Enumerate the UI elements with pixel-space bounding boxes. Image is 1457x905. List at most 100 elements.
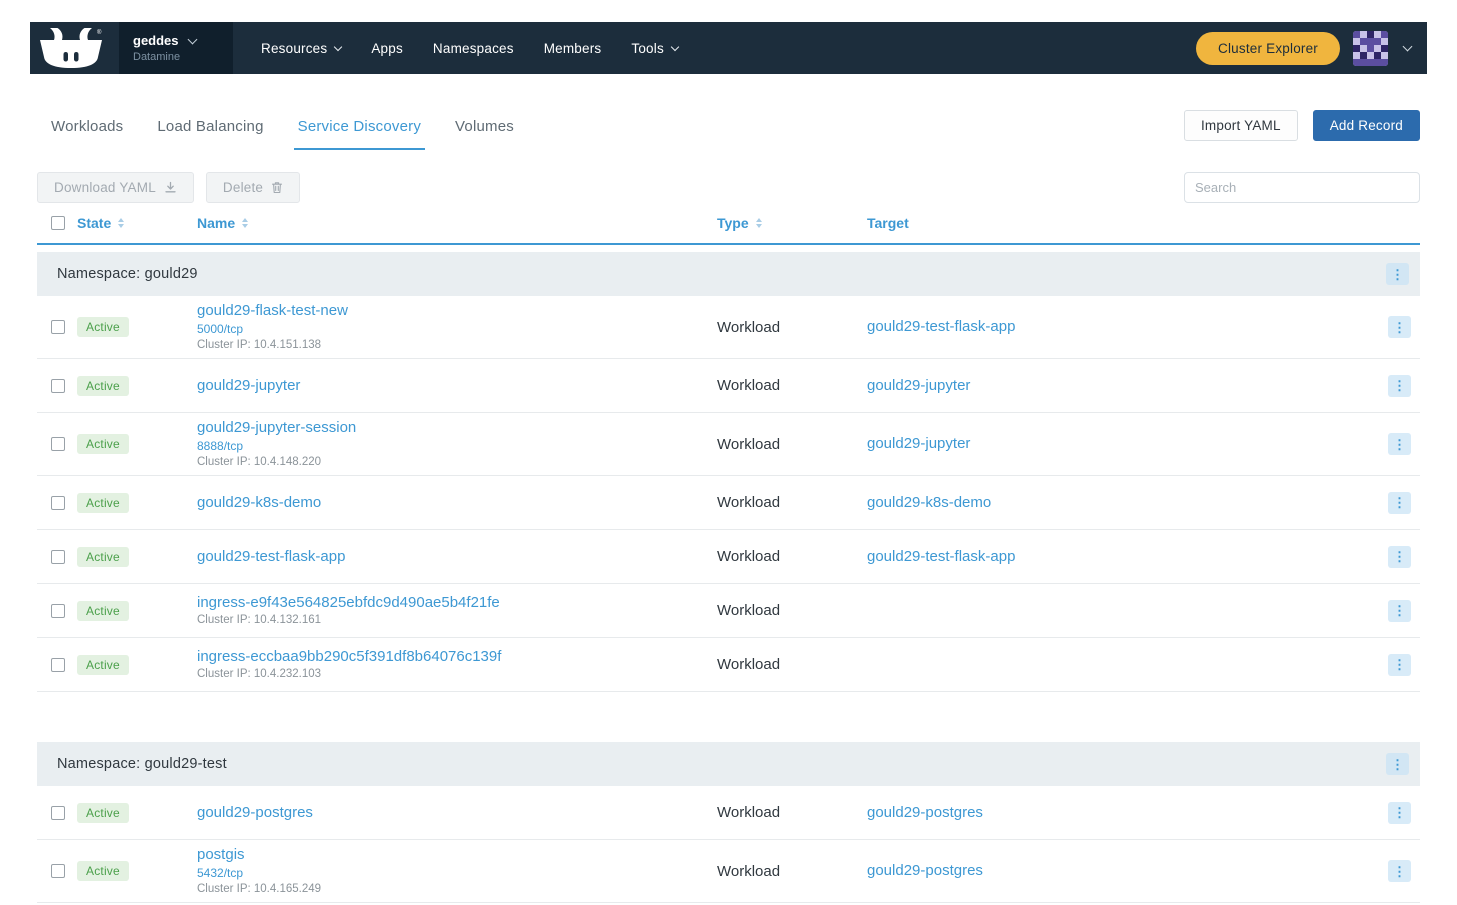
service-name-link[interactable]: gould29-jupyter [197,377,300,395]
row-actions-button[interactable]: ⋮ [1388,433,1411,455]
tab-bar: Workloads Load Balancing Service Discove… [37,118,518,150]
search-input[interactable] [1184,172,1420,203]
service-name-link[interactable]: postgis [197,846,245,864]
name-cell: ingress-e9f43e564825ebfdc9d490ae5b4f21fe… [197,594,717,627]
row-actions-button[interactable]: ⋮ [1388,316,1411,338]
row-actions-button[interactable]: ⋮ [1388,600,1411,622]
row-checkbox[interactable] [51,658,65,672]
service-name-link[interactable]: gould29-postgres [197,804,313,822]
nav-item-members[interactable]: Members [544,41,602,56]
row-actions-button[interactable]: ⋮ [1388,802,1411,824]
target-link[interactable]: gould29-test-flask-app [867,318,1015,335]
nav-item-resources[interactable]: Resources [261,41,341,56]
cluster-ip: Cluster IP: 10.4.148.220 [197,455,717,469]
tab-load-balancing[interactable]: Load Balancing [153,118,267,150]
sort-by-name-link[interactable]: Name [197,215,248,231]
trash-icon [271,181,283,194]
cluster-ip: Cluster IP: 10.4.165.249 [197,882,717,896]
row-checkbox[interactable] [51,864,65,878]
target-cell: gould29-jupyter [867,377,1376,395]
service-name-link[interactable]: gould29-flask-test-new [197,302,348,320]
row-actions-button[interactable]: ⋮ [1388,375,1411,397]
cluster-explorer-button[interactable]: Cluster Explorer [1196,32,1340,65]
top-navbar: ® geddes Datamine Resources Apps Namespa… [30,22,1427,74]
target-cell: gould29-postgres [867,862,1376,880]
table-toolbar: Download YAML Delete [37,172,1420,203]
row-checkbox[interactable] [51,496,65,510]
group-actions-button[interactable]: ⋮ [1386,263,1409,285]
nav-item-apps[interactable]: Apps [371,41,403,56]
import-yaml-button[interactable]: Import YAML [1184,110,1298,141]
row-checkbox[interactable] [51,437,65,451]
target-cell: gould29-test-flask-app [867,318,1376,336]
row-actions-button[interactable]: ⋮ [1388,860,1411,882]
user-avatar[interactable] [1353,31,1388,66]
row-actions-button[interactable]: ⋮ [1388,654,1411,676]
add-record-button[interactable]: Add Record [1313,110,1420,141]
status-badge: Active [77,601,129,621]
namespace-group: Namespace: gould29 ⋮ Active gould29-flas… [37,252,1420,692]
nav-item-namespaces[interactable]: Namespaces [433,41,514,56]
target-link[interactable]: gould29-postgres [867,862,983,879]
row-checkbox[interactable] [51,806,65,820]
service-name-link[interactable]: ingress-e9f43e564825ebfdc9d490ae5b4f21fe [197,594,500,612]
name-cell: postgis 5432/tcp Cluster IP: 10.4.165.24… [197,846,717,896]
rancher-logo[interactable]: ® [30,22,119,74]
column-label: Name [197,215,235,231]
navbar-right: Cluster Explorer [1196,22,1427,74]
table-header: State Name Type Target [37,215,1420,245]
service-name-link[interactable]: ingress-eccbaa9bb290c5f391df8b64076c139f [197,648,501,666]
tab-workloads[interactable]: Workloads [47,118,127,150]
target-link[interactable]: gould29-test-flask-app [867,548,1015,565]
column-header-type: Type [717,215,867,231]
header-actions: Import YAML Add Record [1184,110,1420,150]
sort-by-type-link[interactable]: Type [717,215,762,231]
target-link[interactable]: gould29-jupyter [867,377,970,394]
table-row: Active gould29-jupyter Workload gould29-… [37,359,1420,413]
service-type: Workload [717,377,867,394]
name-cell: gould29-jupyter-session 8888/tcp Cluster… [197,419,717,469]
group-rows: Active gould29-postgres Workload gould29… [37,786,1420,903]
cluster-subtitle: Datamine [133,51,219,63]
user-menu-button[interactable] [1401,43,1414,53]
select-all-checkbox[interactable] [51,216,65,230]
navbar-left: ® geddes Datamine Resources Apps Namespa… [30,22,678,74]
nav-item-tools[interactable]: Tools [631,41,678,56]
group-actions-button[interactable]: ⋮ [1386,753,1409,775]
row-checkbox[interactable] [51,604,65,618]
row-checkbox[interactable] [51,320,65,334]
service-name-link[interactable]: gould29-jupyter-session [197,419,356,437]
service-type: Workload [717,863,867,880]
chevron-down-icon [671,42,679,50]
row-actions-button[interactable]: ⋮ [1388,546,1411,568]
download-yaml-button[interactable]: Download YAML [37,172,194,203]
service-name-link[interactable]: gould29-test-flask-app [197,548,345,566]
row-checkbox[interactable] [51,550,65,564]
target-link[interactable]: gould29-jupyter [867,435,970,452]
service-type: Workload [717,436,867,453]
rancher-logo-icon: ® [39,27,103,69]
column-label: State [77,215,111,231]
main-nav: Resources Apps Namespaces Members Tools [261,22,678,74]
sort-icon [756,218,762,228]
row-checkbox[interactable] [51,379,65,393]
service-type: Workload [717,494,867,511]
namespace-label: Namespace: gould29-test [57,756,227,772]
target-link[interactable]: gould29-postgres [867,804,983,821]
cluster-name: geddes [133,33,179,48]
row-actions-button[interactable]: ⋮ [1388,492,1411,514]
nav-item-label: Tools [631,41,664,56]
tab-volumes[interactable]: Volumes [451,118,518,150]
delete-button[interactable]: Delete [206,172,300,203]
target-link[interactable]: gould29-k8s-demo [867,494,991,511]
chevron-down-icon [1403,42,1413,52]
sort-by-state-link[interactable]: State [77,215,124,231]
tab-service-discovery[interactable]: Service Discovery [294,118,425,150]
service-port: 5000/tcp [197,322,717,337]
status-badge: Active [77,803,129,823]
state-cell: Active [77,547,197,567]
name-cell: gould29-test-flask-app [197,548,717,566]
cluster-switcher[interactable]: geddes Datamine [119,22,233,74]
avatar-identicon [1353,31,1388,66]
service-name-link[interactable]: gould29-k8s-demo [197,494,321,512]
